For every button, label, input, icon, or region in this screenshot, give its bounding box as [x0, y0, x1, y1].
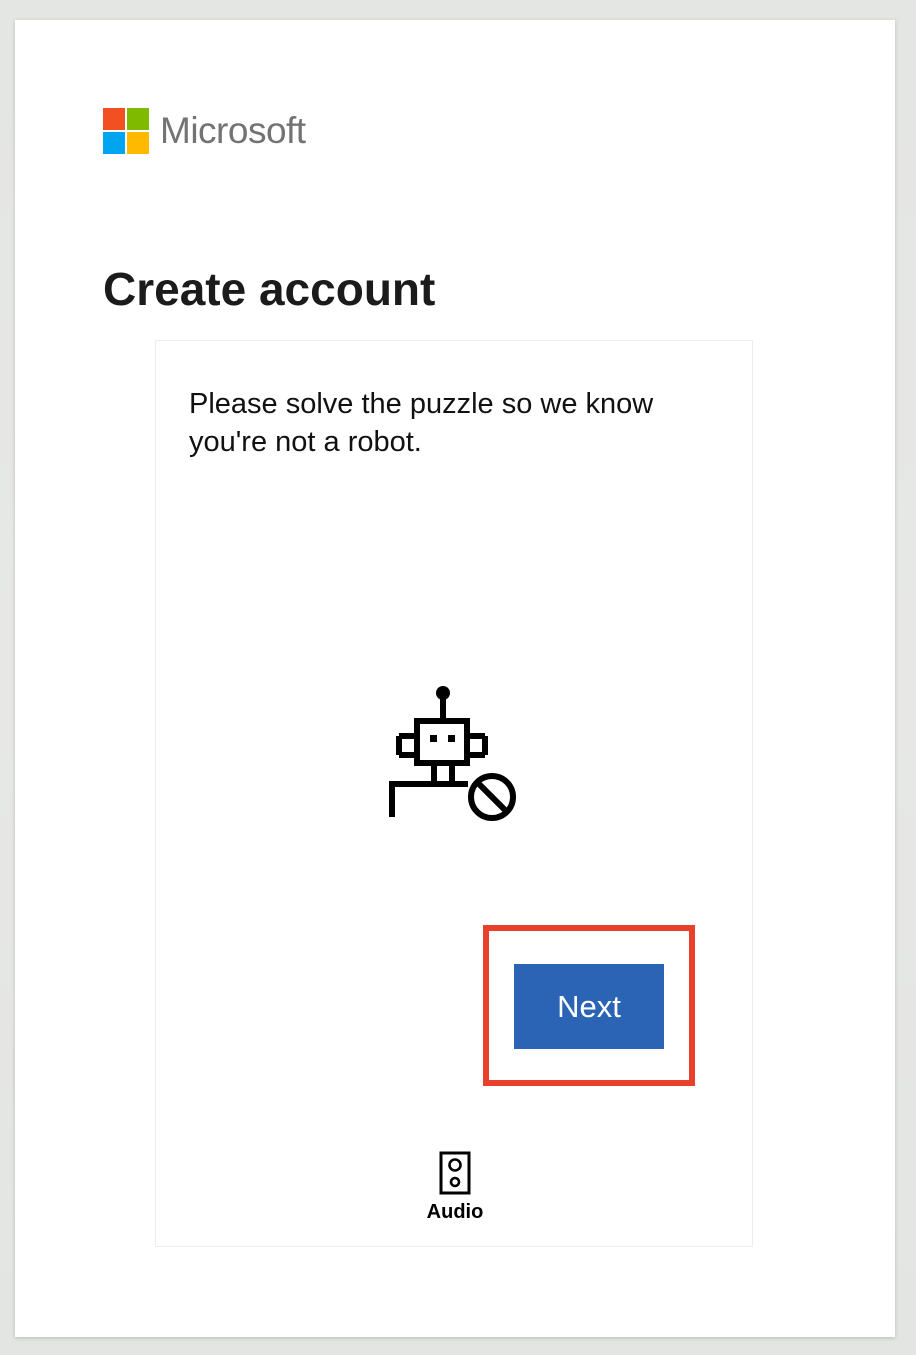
brand-name: Microsoft: [160, 110, 306, 151]
puzzle-frame: Please solve the puzzle so we know you'r…: [155, 340, 753, 1247]
puzzle-instructions: Please solve the puzzle so we know you'r…: [189, 388, 654, 458]
signup-card: Microsoft Create account Please solve th…: [15, 20, 895, 1337]
logo-square-red: [103, 108, 125, 130]
brand-header: Microsoft: [103, 107, 306, 155]
logo-square-yellow: [127, 132, 149, 154]
logo-square-green: [127, 108, 149, 130]
microsoft-logo-icon: [103, 108, 149, 154]
robot-blocked-icon: [389, 686, 516, 821]
speaker-icon: [439, 1151, 471, 1195]
logo-square-blue: [103, 132, 125, 154]
page-title: Create account: [103, 263, 436, 315]
audio-button[interactable]: Audio: [405, 1151, 505, 1224]
audio-label: Audio: [426, 1201, 484, 1223]
next-button[interactable]: Next: [514, 964, 664, 1049]
